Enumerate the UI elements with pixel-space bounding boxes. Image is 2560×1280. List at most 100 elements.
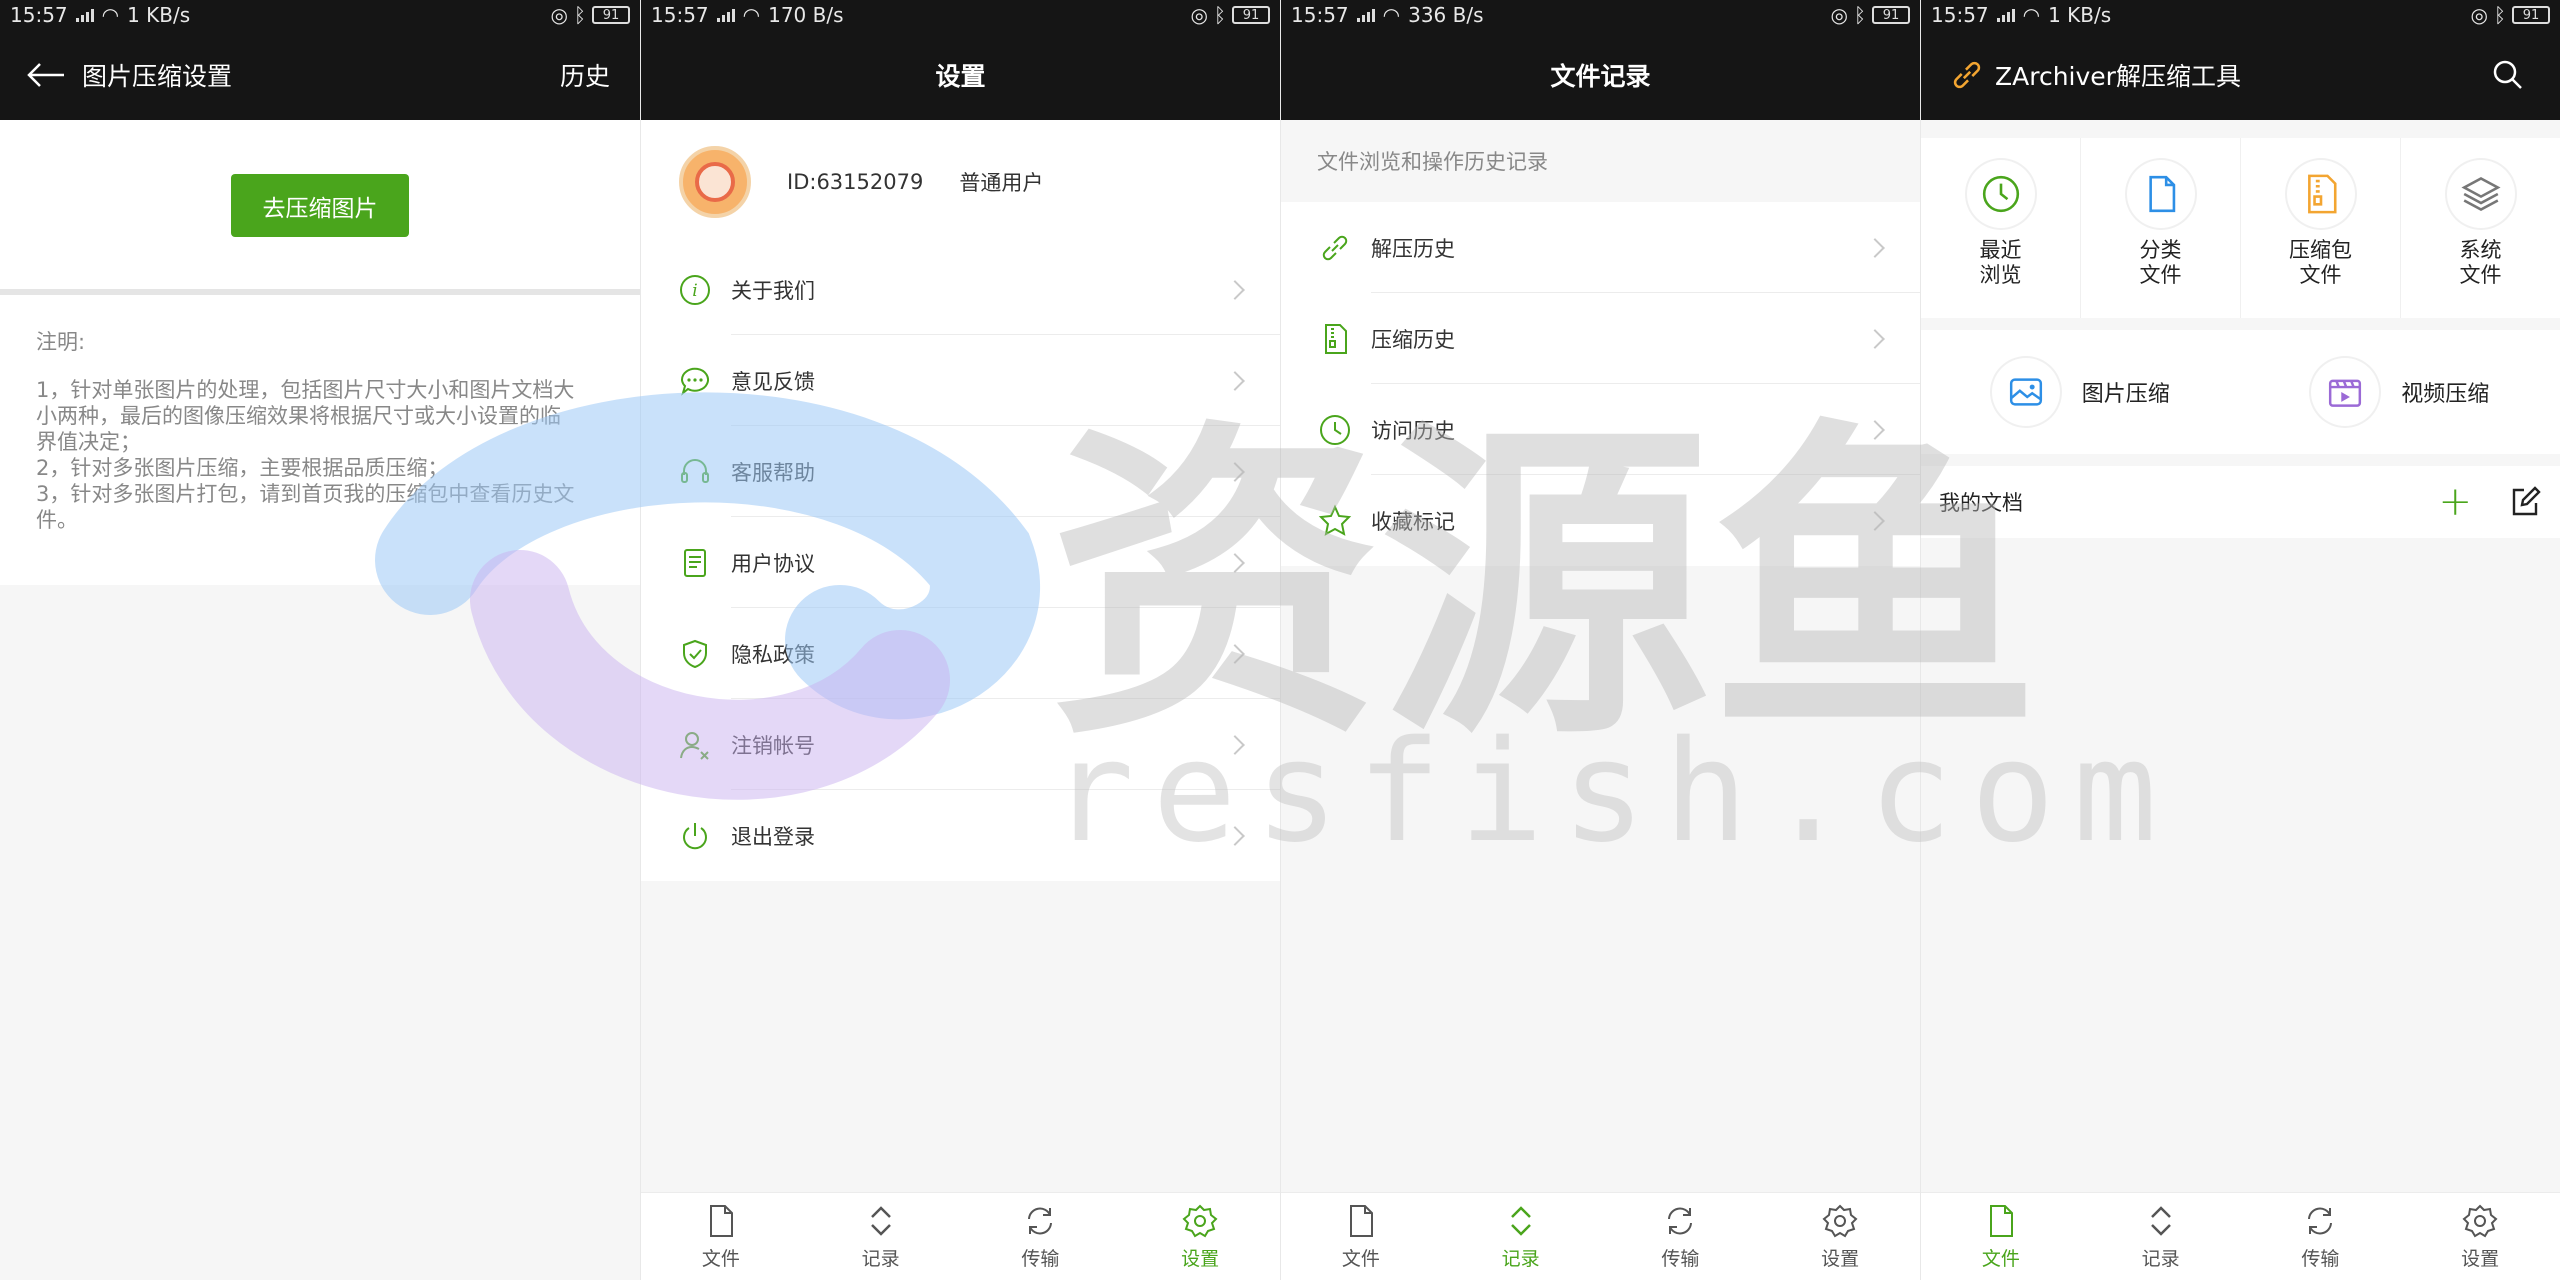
tool-image-compress[interactable]: 图片压缩	[1921, 330, 2241, 454]
star-icon	[1317, 503, 1353, 539]
nav-records[interactable]: 记录	[1441, 1193, 1601, 1280]
signal-icon	[75, 8, 94, 22]
nav-settings[interactable]: 设置	[2400, 1193, 2560, 1280]
settings-item-privacy[interactable]: 隐私政策	[641, 608, 1280, 699]
record-item-favorites[interactable]: 收藏标记	[1281, 475, 1920, 566]
battery-icon: 91	[1232, 6, 1270, 24]
settings-list: i 关于我们 意见反馈 客服帮助 用户协议 隐私政策 注销帐号 退出登录	[641, 244, 1280, 881]
grid-recent[interactable]: 最近 浏览	[1921, 138, 2081, 318]
nav-settings[interactable]: 设置	[1760, 1193, 1920, 1280]
profile-card[interactable]: ID:63152079 普通用户	[641, 120, 1280, 244]
bottom-nav: 文件 记录 传输 设置	[1921, 1192, 2560, 1280]
page-title: 图片压缩设置	[82, 62, 233, 91]
record-item-extract-history[interactable]: 解压历史	[1281, 202, 1920, 293]
avatar[interactable]	[679, 146, 751, 218]
wifi-icon: ◠	[1382, 3, 1401, 27]
archive-file-icon	[1317, 321, 1353, 357]
add-icon[interactable]: +	[2438, 482, 2472, 522]
file-icon	[1349, 1205, 1373, 1237]
signal-icon	[716, 8, 735, 22]
nav-records[interactable]: 记录	[801, 1193, 961, 1280]
grid-label-line2: 文件	[2299, 263, 2342, 287]
battery-icon: 91	[592, 6, 630, 24]
nav-label: 传输	[1021, 1248, 1060, 1270]
nav-label: 设置	[1821, 1248, 1860, 1270]
tool-label: 图片压缩	[2081, 382, 2170, 407]
updown-icon	[870, 1206, 891, 1236]
nav-transfer[interactable]: 传输	[1601, 1193, 1761, 1280]
my-documents-title: 我的文档	[1939, 491, 2023, 515]
gear-icon	[2462, 1204, 2498, 1238]
search-icon[interactable]	[2490, 57, 2526, 93]
screenshot-stage: 15:57 ◠ 1 KB/s ◎ ᛒ 91 图片压缩设置 历史 去压缩图片 注明…	[0, 0, 2560, 1280]
settings-item-logout[interactable]: 退出登录	[641, 790, 1280, 881]
nav-label: 传输	[1661, 1248, 1700, 1270]
record-item-compress-history[interactable]: 压缩历史	[1281, 293, 1920, 384]
wifi-icon: ◠	[101, 3, 120, 27]
panel-settings: 15:57 ◠ 170 B/s ◎ ᛒ 91 设置 ID:63152079 普通…	[640, 0, 1280, 1280]
settings-item-about[interactable]: i 关于我们	[641, 244, 1280, 335]
tool-video-compress[interactable]: 视频压缩	[2241, 330, 2560, 454]
go-compress-button[interactable]: 去压缩图片	[231, 174, 409, 237]
nav-transfer[interactable]: 传输	[2241, 1193, 2401, 1280]
bluetooth-icon: ᛒ	[1854, 3, 1866, 27]
arrow-left-icon[interactable]	[26, 60, 66, 90]
nav-files[interactable]: 文件	[641, 1193, 801, 1280]
records-list: 解压历史 压缩历史 访问历史 收藏标记	[1281, 202, 1920, 566]
status-bar: 15:57 ◠ 1 KB/s ◎ ᛒ 91	[0, 0, 640, 30]
nav-transfer[interactable]: 传输	[961, 1193, 1121, 1280]
settings-item-label: 注销帐号	[731, 733, 815, 758]
nav-files[interactable]: 文件	[1921, 1193, 2081, 1280]
history-link[interactable]: 历史	[560, 57, 610, 93]
bottom-nav: 文件 记录 传输 设置	[1281, 1192, 1920, 1280]
alarm-icon: ◎	[1190, 3, 1208, 27]
notes-line: 小两种，最后的图像压缩效果将根据尺寸或大小设置的临	[36, 404, 561, 428]
status-bar: 15:57 ◠ 336 B/s ◎ ᛒ 91	[1281, 0, 1920, 30]
chevron-right-icon	[1865, 237, 1885, 258]
notes-line: 2，针对多张图片压缩，主要根据品质压缩；	[36, 456, 449, 480]
nav-files[interactable]: 文件	[1281, 1193, 1441, 1280]
grid-category[interactable]: 分类 文件	[2081, 138, 2241, 318]
chevron-right-icon	[1225, 825, 1245, 846]
network-speed: 1 KB/s	[127, 3, 191, 27]
grid-label-line1: 系统	[2459, 238, 2502, 262]
settings-item-agreement[interactable]: 用户协议	[641, 517, 1280, 608]
alarm-icon: ◎	[550, 3, 568, 27]
settings-item-deactivate[interactable]: 注销帐号	[641, 699, 1280, 790]
grid-system[interactable]: 系统 文件	[2401, 138, 2560, 318]
link-icon	[1317, 230, 1353, 266]
file-icon	[1989, 1205, 2013, 1237]
nav-label: 记录	[1501, 1248, 1540, 1270]
app-title: ZArchiver解压缩工具	[1995, 62, 2241, 91]
record-item-label: 访问历史	[1371, 418, 1455, 443]
status-time: 15:57	[651, 3, 709, 27]
sync-icon	[1668, 1207, 1693, 1235]
notes-line: 界值决定；	[36, 430, 141, 454]
link-icon	[1953, 61, 1981, 89]
wifi-icon: ◠	[2022, 3, 2041, 27]
grid-archives[interactable]: 压缩包 文件	[2241, 138, 2401, 318]
notes-line: 件。	[36, 508, 78, 532]
edit-icon[interactable]	[2508, 485, 2542, 519]
app-bar: ZArchiver解压缩工具	[1921, 30, 2560, 120]
nav-label: 记录	[2141, 1248, 2180, 1270]
layers-icon	[2446, 160, 2515, 228]
settings-item-label: 关于我们	[731, 278, 815, 303]
nav-settings[interactable]: 设置	[1120, 1193, 1280, 1280]
chat-icon	[677, 363, 713, 399]
app-bar: 图片压缩设置 历史	[0, 30, 640, 120]
nav-label: 文件	[1341, 1248, 1380, 1270]
nav-label: 传输	[2301, 1248, 2340, 1270]
chevron-right-icon	[1225, 370, 1245, 391]
settings-item-feedback[interactable]: 意见反馈	[641, 335, 1280, 426]
notes-line: 1，针对单张图片的处理，包括图片尺寸大小和图片文档大	[36, 378, 575, 402]
nav-records[interactable]: 记录	[2081, 1193, 2241, 1280]
status-time: 15:57	[1931, 3, 1989, 27]
record-item-visit-history[interactable]: 访问历史	[1281, 384, 1920, 475]
compress-section: 去压缩图片	[0, 120, 640, 295]
alarm-icon: ◎	[1830, 3, 1848, 27]
record-item-label: 解压历史	[1371, 236, 1455, 261]
notes-title: 注明:	[36, 330, 86, 354]
settings-item-support[interactable]: 客服帮助	[641, 426, 1280, 517]
nav-label: 文件	[701, 1248, 740, 1270]
